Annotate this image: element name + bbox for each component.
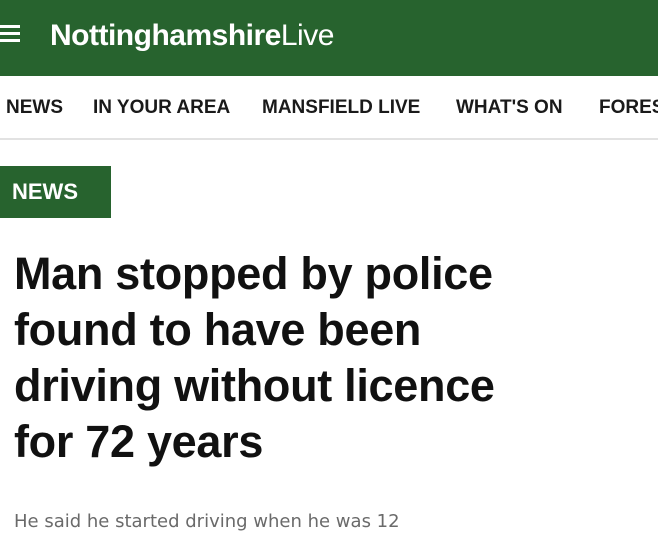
nav-item-fores[interactable]: FORES — [599, 96, 658, 120]
article-standfirst: He said he started driving when he was 1… — [14, 511, 400, 532]
headline-line: for 72 years — [14, 416, 264, 467]
article-headline: Man stopped by police found to have been… — [14, 246, 654, 470]
site-header: NottinghamshireLive — [0, 0, 658, 76]
headline-line: driving without licence — [14, 360, 495, 411]
logo-secondary-text: Live — [280, 19, 335, 52]
main-navigation: NEWS IN YOUR AREA MANSFIELD LIVE WHAT'S … — [0, 76, 658, 140]
headline-line: found to have been — [14, 304, 422, 355]
site-logo[interactable]: NottinghamshireLive — [50, 18, 334, 54]
logo-primary-text: Nottinghamshire — [50, 19, 281, 52]
hamburger-menu-icon[interactable] — [0, 25, 20, 45]
nav-item-whats-on[interactable]: WHAT'S ON — [456, 96, 563, 120]
headline-line: Man stopped by police — [14, 248, 493, 299]
nav-item-in-your-area[interactable]: IN YOUR AREA — [93, 96, 230, 120]
nav-item-mansfield-live[interactable]: MANSFIELD LIVE — [262, 96, 420, 120]
category-tag-news[interactable]: NEWS — [0, 166, 111, 218]
nav-item-news[interactable]: NEWS — [6, 96, 63, 120]
